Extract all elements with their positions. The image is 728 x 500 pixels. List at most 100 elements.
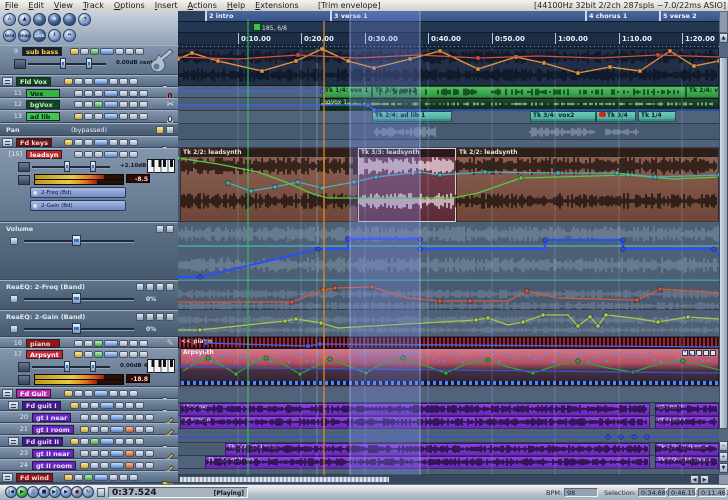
track-mini-button[interactable]	[80, 402, 89, 409]
track-mini-button[interactable]	[135, 426, 144, 433]
track-name[interactable]: gt II room	[32, 461, 76, 470]
track-mini-button[interactable]	[74, 351, 83, 358]
envelope-icon[interactable]: ▲	[18, 13, 31, 26]
bpm-field[interactable]: 98	[564, 488, 598, 497]
fade-icon[interactable]: ◠	[63, 13, 76, 26]
clip-button[interactable]	[703, 350, 709, 356]
track-name[interactable]: ad lib	[26, 112, 60, 121]
volume-fader[interactable]	[32, 366, 110, 369]
track-mini-button[interactable]	[119, 90, 128, 97]
track-mini-button[interactable]	[129, 139, 138, 146]
transport-extra-button[interactable]	[97, 488, 105, 497]
track-name[interactable]: Fld Vox	[16, 77, 51, 86]
track-mini-button[interactable]	[80, 414, 89, 421]
track-name[interactable]: piano	[26, 339, 60, 348]
envelope-arm-button[interactable]	[10, 295, 18, 303]
media-item[interactable]: Tk 3/4	[596, 111, 636, 122]
track-mini-button[interactable]	[139, 113, 148, 120]
envelope-button[interactable]	[156, 225, 164, 233]
folder-toggle[interactable]	[8, 437, 19, 446]
track-mini-button[interactable]	[74, 78, 83, 85]
track-fd-guit-i[interactable]: Fd guit I	[0, 399, 178, 411]
menu-view[interactable]: View	[49, 0, 78, 11]
fx-parameter-chip[interactable]: 2-Gain (Bd)	[30, 200, 126, 211]
track-mini-button[interactable]	[119, 151, 128, 158]
speaker-icon[interactable]	[14, 59, 26, 69]
folder-toggle[interactable]	[8, 401, 19, 410]
media-item[interactable]: gt I room	[180, 416, 650, 429]
speaker-icon[interactable]	[18, 362, 30, 372]
track-mini-button[interactable]	[139, 101, 148, 108]
track-fd-guit[interactable]: Fd Guit	[0, 387, 178, 399]
volume-fader[interactable]	[28, 63, 106, 66]
track-mini-button[interactable]	[135, 414, 144, 421]
track-mini-button[interactable]	[94, 139, 108, 146]
track-mini-button[interactable]	[135, 48, 144, 55]
vertical-scrollbar[interactable]: ▲ − + ▼	[719, 11, 728, 484]
track-gt-ii-room[interactable]: 24gt II room	[0, 459, 178, 471]
track-fd-guit-ii[interactable]: Fd guit II	[0, 435, 178, 447]
track-mini-button[interactable]	[119, 340, 128, 347]
folder-toggle[interactable]	[2, 389, 13, 398]
menu-options[interactable]: Options	[109, 0, 150, 11]
track-mini-button[interactable]	[135, 402, 144, 409]
track-ad-lib[interactable]: 13ad lib	[0, 110, 178, 123]
track-mini-button[interactable]	[135, 462, 144, 469]
scroll-left-button[interactable]: ◀	[690, 475, 699, 484]
track-name[interactable]: Vox	[26, 89, 60, 98]
track-mini-button[interactable]	[139, 90, 148, 97]
zoom-out-button[interactable]: −	[719, 441, 728, 451]
media-item[interactable]: Tk 2/2: leadsynth	[180, 148, 358, 222]
media-item[interactable]: Tk 2/2: leadsynth	[456, 148, 719, 222]
envelope-button[interactable]	[146, 313, 154, 321]
track-mini-button[interactable]	[129, 390, 138, 397]
media-item[interactable]: Tk 3/3: leadsynth	[358, 148, 456, 222]
track-mini-button[interactable]	[100, 450, 109, 457]
track-mini-button[interactable]	[145, 462, 154, 469]
track-fld-vox[interactable]: Fld Vox	[0, 75, 178, 87]
scroll-up-button[interactable]: ▲	[719, 33, 728, 43]
track-mini-button[interactable]	[74, 340, 83, 347]
track-mini-button[interactable]	[94, 113, 103, 120]
track-mini-button[interactable]	[129, 340, 138, 347]
track-mini-button[interactable]	[70, 438, 79, 445]
track-mini-button[interactable]	[119, 101, 128, 108]
track-mini-button[interactable]	[104, 340, 118, 347]
media-item[interactable]: Tk 1/4	[638, 111, 676, 122]
track-mini-button[interactable]	[90, 438, 99, 445]
track-mini-button[interactable]	[125, 426, 134, 433]
media-item[interactable]: Tk 1/2: gt II near	[225, 443, 650, 456]
track-mini-button[interactable]	[70, 402, 79, 409]
horizontal-scrollbar[interactable]: ◀ ▶	[178, 475, 719, 484]
track-mini-button[interactable]	[125, 414, 134, 421]
folder-toggle[interactable]	[2, 77, 13, 86]
track-gt-i-room[interactable]: 21gt I room	[0, 423, 178, 435]
track-mini-button[interactable]	[80, 426, 89, 433]
track-mini-button[interactable]	[64, 78, 73, 85]
track-mini-button[interactable]	[129, 351, 138, 358]
media-item[interactable]: gt I room	[655, 416, 719, 429]
track-vox[interactable]: 11Vox	[0, 87, 178, 98]
track-mini-button[interactable]	[90, 450, 99, 457]
envelope-lane-reaeq-2-freq-band-[interactable]: ReaEQ: 2-Freq (Band)0%	[0, 280, 178, 310]
clip-button[interactable]	[682, 350, 688, 356]
automix-icon[interactable]: ≋	[48, 13, 61, 26]
track-mini-button[interactable]	[100, 426, 109, 433]
menu-help[interactable]: Help	[222, 0, 250, 11]
track-mini-button[interactable]	[94, 90, 103, 97]
nudge-vertical-icon[interactable]: ⇕	[48, 29, 61, 42]
track-mini-button[interactable]	[64, 390, 73, 397]
media-item[interactable]: Tk 2/4: vo	[686, 86, 719, 98]
media-item[interactable]: Tk 3/4: vox2	[530, 111, 596, 122]
track-leadsyn[interactable]: [15]leadsyn+2.10dB center-8.52-Freq (Bd)…	[0, 148, 178, 222]
track-mini-button[interactable]	[74, 474, 83, 481]
toolbar-grid-button[interactable]: Grid	[3, 29, 16, 42]
track-mini-button[interactable]	[115, 48, 124, 55]
envelope-lane-reaeq-2-gain-band-[interactable]: ReaEQ: 2-Gain (Band)0%	[0, 310, 178, 337]
track-mini-button[interactable]	[84, 101, 93, 108]
timeline-ruler[interactable]: 2 intro3 verse 14 chorus 15 verse 2 185,…	[178, 11, 719, 48]
pan-handle[interactable]	[90, 361, 96, 372]
track-mini-button[interactable]	[74, 101, 83, 108]
media-item[interactable]: Tk 1/2: gt II room	[205, 456, 650, 469]
marker-2[interactable]: 2 intro	[205, 11, 330, 21]
